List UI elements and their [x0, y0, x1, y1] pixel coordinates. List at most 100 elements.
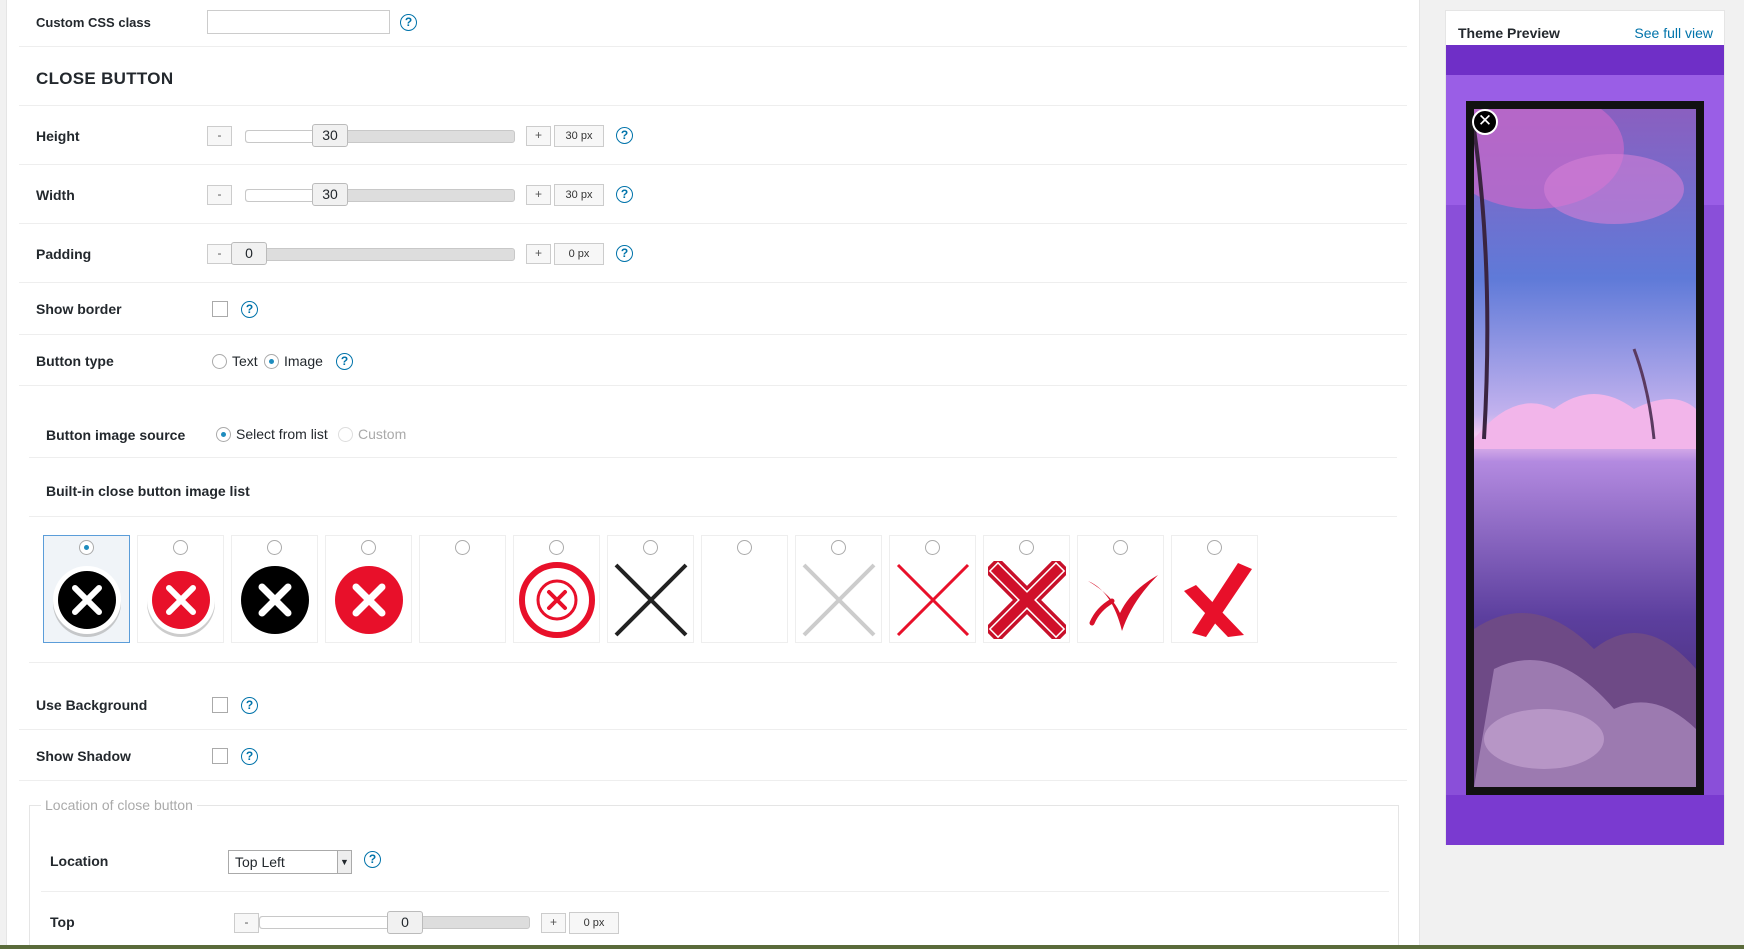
height-value-field[interactable]: 30 px: [554, 125, 604, 147]
width-decrease-button[interactable]: -: [207, 185, 232, 205]
height-increase-button[interactable]: +: [526, 126, 551, 146]
padding-value-field[interactable]: 0 px: [554, 243, 604, 265]
help-icon[interactable]: ?: [241, 301, 258, 318]
top-increase-button[interactable]: +: [541, 913, 566, 933]
image-source-custom-radio[interactable]: [338, 427, 353, 442]
gray-x-icon: [802, 563, 876, 637]
image-source-row: Button image source Select from list Cus…: [29, 412, 1397, 458]
preview-close-button[interactable]: ✕: [1472, 109, 1498, 135]
padding-slider-handle[interactable]: 0: [231, 242, 267, 265]
height-label: Height: [36, 128, 80, 144]
close-image-option-7[interactable]: [607, 535, 694, 643]
location-legend: Location of close button: [41, 797, 197, 813]
close-image-option-6[interactable]: [513, 535, 600, 643]
bottom-strip: [0, 945, 1744, 949]
close-image-radio[interactable]: [1113, 540, 1128, 555]
close-image-option-10[interactable]: [889, 535, 976, 643]
close-image-radio[interactable]: [173, 540, 188, 555]
divider: [41, 891, 1389, 892]
close-image-radio[interactable]: [1019, 540, 1034, 555]
width-row: Width - 30 + 30 px ?: [19, 165, 1407, 224]
preview-popup: ✕: [1466, 101, 1704, 795]
close-image-option-1[interactable]: [43, 535, 130, 643]
close-image-option-9[interactable]: [795, 535, 882, 643]
close-image-option-11[interactable]: [983, 535, 1070, 643]
width-slider-handle[interactable]: 30: [312, 183, 348, 206]
settings-panel: Custom CSS class ? CLOSE BUTTON Height -…: [6, 0, 1420, 949]
show-shadow-row: Show Shadow ?: [19, 730, 1407, 781]
padding-decrease-button[interactable]: -: [207, 244, 232, 264]
black-circle-x-icon: [53, 566, 121, 637]
close-image-radio[interactable]: [267, 540, 282, 555]
top-slider-handle[interactable]: 0: [387, 911, 423, 934]
close-image-radio[interactable]: [549, 540, 564, 555]
close-image-radio[interactable]: [79, 540, 94, 555]
close-image-radio[interactable]: [643, 540, 658, 555]
red-slash-x-icon: [1184, 563, 1252, 637]
image-source-custom-label: Custom: [358, 426, 407, 442]
red-thin-x-icon: [896, 563, 970, 637]
close-button-header-row: CLOSE BUTTON: [19, 47, 1407, 106]
use-background-checkbox[interactable]: [212, 697, 228, 713]
button-type-text-radio[interactable]: [212, 354, 227, 369]
see-full-view-link[interactable]: See full view: [1634, 25, 1713, 41]
black-x-icon: [614, 563, 688, 637]
show-border-checkbox[interactable]: [212, 301, 228, 317]
section-title: CLOSE BUTTON: [36, 69, 174, 88]
show-shadow-checkbox[interactable]: [212, 748, 228, 764]
help-icon[interactable]: ?: [616, 186, 633, 203]
height-slider-track[interactable]: [245, 130, 515, 143]
close-image-radio[interactable]: [361, 540, 376, 555]
height-decrease-button[interactable]: -: [207, 126, 232, 146]
image-source-list-radio[interactable]: [216, 427, 231, 442]
help-icon[interactable]: ?: [241, 748, 258, 765]
image-list-header-row: Built-in close button image list: [29, 458, 1397, 517]
close-image-radio[interactable]: [455, 540, 470, 555]
button-type-text-label: Text: [232, 353, 258, 369]
width-value-field[interactable]: 30 px: [554, 184, 604, 206]
help-icon[interactable]: ?: [616, 127, 633, 144]
help-icon[interactable]: ?: [336, 353, 353, 370]
padding-slider-track[interactable]: [245, 248, 515, 261]
red-circle-shadow-x-icon: [147, 566, 215, 637]
close-image-option-4[interactable]: [325, 535, 412, 643]
custom-css-label: Custom CSS class: [36, 15, 151, 30]
close-image-option-2[interactable]: [137, 535, 224, 643]
close-image-radio[interactable]: [737, 540, 752, 555]
location-label: Location: [50, 853, 109, 869]
red-circle-x-icon: [335, 566, 403, 634]
close-image-option-3[interactable]: [231, 535, 318, 643]
width-increase-button[interactable]: +: [526, 185, 551, 205]
close-image-option-12[interactable]: [1077, 535, 1164, 643]
custom-css-row: Custom CSS class ?: [19, 0, 1407, 47]
use-background-row: Use Background ?: [19, 679, 1407, 730]
help-icon[interactable]: ?: [364, 851, 381, 868]
height-slider-handle[interactable]: 30: [312, 124, 348, 147]
image-source-label: Button image source: [46, 427, 186, 443]
location-select[interactable]: Top Left ▼: [228, 850, 352, 874]
height-row: Height - 30 + 30 px ?: [19, 106, 1407, 165]
width-slider-track[interactable]: [245, 189, 515, 202]
padding-increase-button[interactable]: +: [526, 244, 551, 264]
help-icon[interactable]: ?: [616, 245, 633, 262]
width-label: Width: [36, 187, 75, 203]
landscape-photo: [1474, 109, 1696, 787]
black-circle-x-icon: [241, 566, 309, 634]
top-decrease-button[interactable]: -: [234, 913, 259, 933]
close-image-option-5[interactable]: [419, 535, 506, 643]
image-source-list-label: Select from list: [236, 426, 328, 442]
close-image-option-8[interactable]: [701, 535, 788, 643]
close-image-radio[interactable]: [925, 540, 940, 555]
top-value-field[interactable]: 0 px: [569, 912, 619, 934]
top-label: Top: [50, 914, 75, 930]
divider: [29, 662, 1397, 663]
close-image-radio[interactable]: [1207, 540, 1222, 555]
help-icon[interactable]: ?: [241, 697, 258, 714]
button-type-label: Button type: [36, 353, 114, 369]
close-image-option-13[interactable]: [1171, 535, 1258, 643]
custom-css-input[interactable]: [207, 10, 390, 34]
help-icon[interactable]: ?: [400, 14, 417, 31]
button-type-row: Button type Text Image ?: [19, 335, 1407, 386]
button-type-image-radio[interactable]: [264, 354, 279, 369]
close-image-radio[interactable]: [831, 540, 846, 555]
